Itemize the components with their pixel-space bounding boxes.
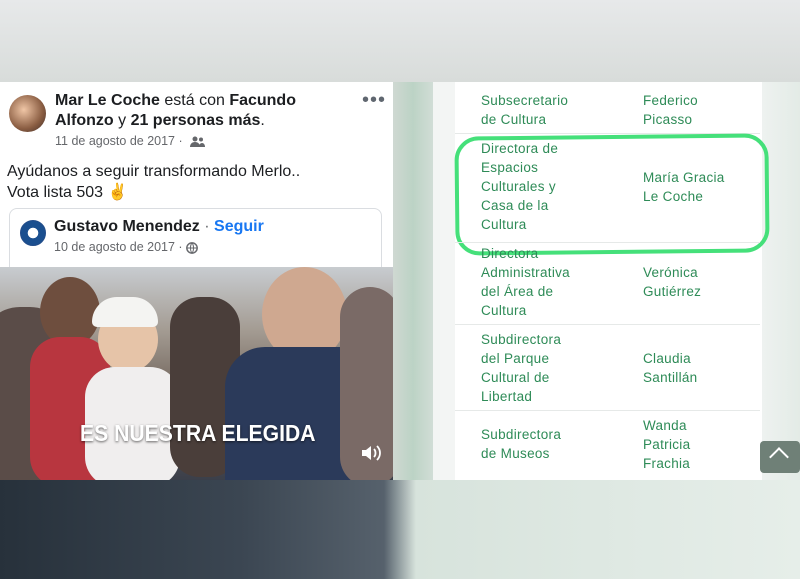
blurred-top-area	[0, 0, 800, 82]
row5-name: Wanda Patricia Frachia	[643, 416, 690, 473]
row3-role-line: Cultura	[481, 303, 527, 318]
row5-name-line: Wanda	[643, 418, 687, 433]
row1-name: Federico Picasso	[643, 91, 698, 129]
shared-date-line: 10 de agosto de 2017 ·	[54, 240, 198, 254]
row1-name-line: Federico	[643, 93, 698, 108]
white-cap	[92, 297, 158, 327]
row5-name-line: Frachia	[643, 456, 691, 471]
shared-author-name[interactable]: Gustavo Menendez	[54, 218, 200, 235]
row4-role-line: Subdirectora	[481, 332, 562, 347]
row4-role-line: del Parque	[481, 351, 550, 366]
with-text: está con	[164, 92, 225, 109]
row5-role-line: de Museos	[481, 446, 550, 461]
row1-role-line: de Cultura	[481, 112, 547, 127]
row1-role: Subsecretario de Cultura	[481, 91, 568, 129]
follow-button[interactable]: Seguir	[214, 218, 264, 235]
post-header: Mar Le Coche está con Facundo Alfonzo y …	[55, 92, 296, 129]
more-options-icon[interactable]: •••	[362, 89, 386, 112]
row4-role: Subdirectora del Parque Cultural de Libe…	[481, 330, 561, 406]
and-text: y	[118, 112, 127, 129]
shared-author-avatar[interactable]	[20, 220, 46, 246]
others-link[interactable]: 21 personas más	[131, 112, 261, 129]
divider-strip	[393, 82, 433, 480]
row5-role: Subdirectora de Museos	[481, 425, 561, 463]
row5-role-line: Subdirectora	[481, 427, 562, 442]
row4-name-line: Santillán	[643, 370, 698, 385]
globe-icon	[186, 240, 198, 254]
row3-name: Verónica Gutiérrez	[643, 263, 701, 301]
post-date-line: 11 de agosto de 2017 ·	[55, 134, 206, 148]
row5-name-line: Patricia	[643, 437, 691, 452]
row-divider	[455, 324, 760, 325]
row3-role-line: del Área de	[481, 284, 554, 299]
post-text-line2: Vota lista 503	[7, 184, 104, 201]
friends-audience-icon	[190, 136, 206, 148]
row4-role-line: Cultural de	[481, 370, 550, 385]
shared-date[interactable]: 10 de agosto de 2017	[54, 240, 175, 254]
volume-icon[interactable]	[360, 443, 382, 463]
row3-role-line: Directora	[481, 246, 539, 261]
post-text: Ayúdanos a seguir transformando Merlo.. …	[7, 161, 300, 203]
row-divider	[455, 242, 760, 243]
row3-name-line: Verónica	[643, 265, 698, 280]
row4-role-line: Libertad	[481, 389, 533, 404]
row4-name: Claudia Santillán	[643, 349, 698, 387]
row3-name-line: Gutiérrez	[643, 284, 702, 299]
row1-role-line: Subsecretario	[481, 93, 569, 108]
post-text-line1: Ayúdanos a seguir transformando Merlo..	[7, 163, 301, 180]
blurred-bottom-area	[0, 480, 800, 579]
green-highlight-circle	[454, 133, 770, 256]
post-date[interactable]: 11 de agosto de 2017	[55, 134, 175, 148]
shared-header: Gustavo Menendez · Seguir	[54, 218, 264, 235]
row3-role-line: Administrativa	[481, 265, 570, 280]
video-caption: ES NUESTRA ELEGIDA	[80, 420, 316, 446]
victory-hand-icon: ✌	[107, 184, 128, 201]
author-avatar[interactable]	[9, 95, 46, 132]
video-player[interactable]	[0, 267, 393, 480]
row4-name-line: Claudia	[643, 351, 691, 366]
row-divider	[455, 410, 760, 411]
row1-name-line: Picasso	[643, 112, 693, 127]
table-right-margin	[762, 82, 800, 480]
table-left-margin	[433, 82, 455, 480]
author-name[interactable]: Mar Le Coche	[55, 92, 160, 109]
row3-role: Directora Administrativa del Área de Cul…	[481, 244, 570, 320]
